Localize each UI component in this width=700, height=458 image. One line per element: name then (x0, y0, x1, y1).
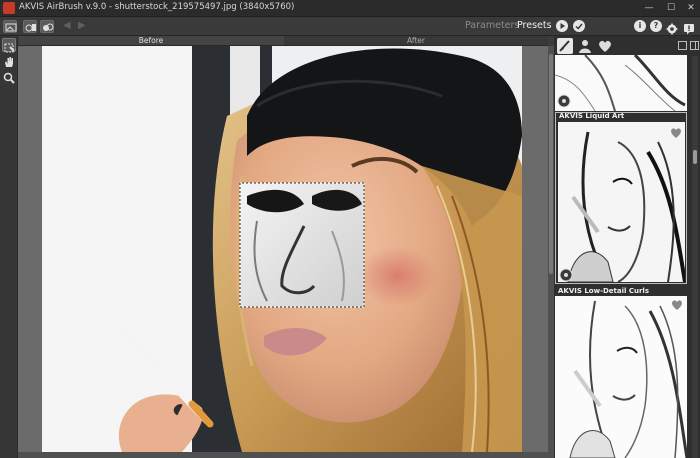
save-image-button[interactable] (23, 20, 37, 33)
scroll-thumb[interactable] (693, 150, 697, 164)
notification-icon (684, 24, 694, 35)
preset-thumbnail (555, 296, 687, 458)
preset-badge-icon (559, 267, 573, 282)
minimize-button[interactable]: — (642, 2, 656, 14)
grid-view-icon[interactable] (690, 41, 699, 50)
tab-after[interactable]: After (284, 36, 548, 46)
zoom-tool[interactable] (2, 70, 16, 84)
preset-card[interactable]: AKVIS Low-Detail Curls (555, 287, 687, 458)
play-icon (560, 23, 565, 29)
selection-brush-tool[interactable] (2, 38, 16, 53)
zoom-icon (3, 72, 15, 84)
preset-card[interactable] (555, 55, 687, 111)
apply-button[interactable] (573, 20, 585, 32)
artistic-presets-icon (559, 40, 570, 52)
run-button[interactable] (556, 20, 568, 32)
notifications-button[interactable] (683, 20, 695, 35)
preset-thumbnail (558, 122, 685, 282)
tab-favorites[interactable] (597, 38, 613, 54)
favorite-heart-icon[interactable] (669, 125, 683, 139)
scroll-thumb[interactable] (549, 54, 553, 274)
title-bar: AKVIS AirBrush v.9.0 - shutterstock_2195… (0, 0, 700, 17)
sketch-thumbnail (555, 55, 687, 111)
preset-name: AKVIS Low-Detail Curls (558, 287, 649, 295)
tab-presets[interactable]: Presets (517, 20, 552, 31)
preset-badge-icon (557, 93, 571, 108)
maximize-button[interactable]: ☐ (664, 2, 678, 14)
tab-artistic-presets[interactable] (557, 38, 573, 54)
hand-icon (5, 57, 13, 67)
image-canvas[interactable] (42, 46, 522, 452)
list-view-icon[interactable] (678, 41, 687, 50)
open-image-button[interactable] (3, 20, 17, 33)
portrait-photo (42, 46, 522, 452)
close-button[interactable]: ✕ (684, 2, 698, 14)
open-image-icon (5, 23, 17, 32)
sketch-thumbnail (558, 122, 685, 282)
hand-tool[interactable] (2, 54, 16, 68)
preset-thumbnail (555, 55, 687, 111)
favorite-heart-icon[interactable] (670, 297, 684, 311)
preset-card-selected[interactable]: AKVIS Liquid Art (555, 112, 687, 284)
undo-button[interactable]: ◀ (63, 20, 71, 31)
tab-user-presets[interactable] (577, 38, 593, 54)
selection-brush-icon (4, 43, 15, 53)
toolbar: ◀ ▶ Parameters Presets i ? (0, 17, 700, 36)
info-button[interactable]: i (634, 20, 646, 32)
settings-button[interactable] (666, 20, 678, 35)
batch-process-button[interactable] (40, 20, 54, 33)
tool-panel (0, 36, 18, 458)
check-icon (575, 23, 583, 30)
sketch-thumbnail (555, 296, 687, 458)
presets-scrollbar[interactable] (692, 56, 698, 458)
canvas-horizontal-scrollbar[interactable] (18, 452, 548, 458)
app-logo-icon (3, 2, 15, 14)
user-presets-icon (579, 40, 591, 53)
preset-name: AKVIS Liquid Art (559, 112, 625, 120)
window-title: AKVIS AirBrush v.9.0 - shutterstock_2195… (19, 2, 295, 12)
gear-icon (666, 23, 678, 35)
favorites-heart-icon (599, 40, 611, 52)
help-button[interactable]: ? (650, 20, 662, 32)
tab-before[interactable]: Before (18, 36, 284, 46)
redo-button[interactable]: ▶ (78, 20, 86, 31)
save-icon (25, 24, 36, 32)
batch-icon (43, 23, 54, 31)
tab-parameters[interactable]: Parameters (465, 20, 519, 31)
